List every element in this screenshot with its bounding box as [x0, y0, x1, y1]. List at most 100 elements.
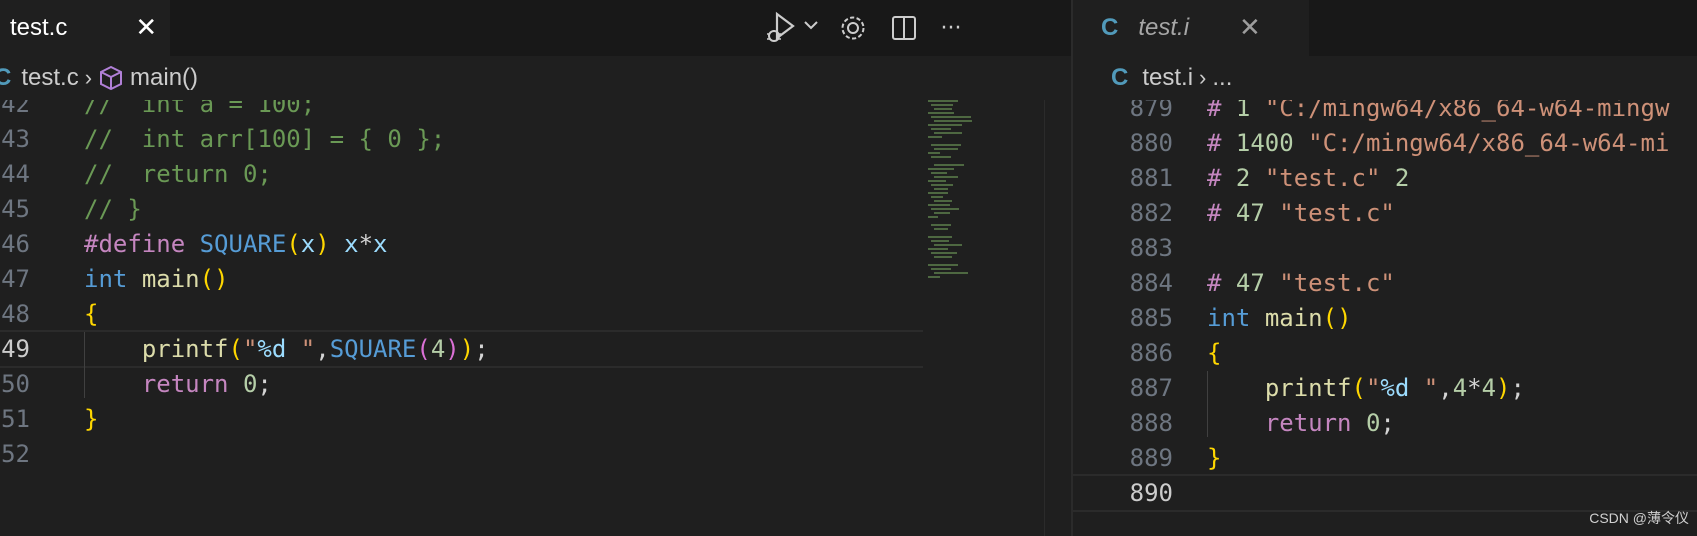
minimap-line [931, 116, 971, 118]
minimap-line [928, 264, 958, 266]
c-file-icon: C [1101, 14, 1119, 41]
code-line[interactable]: 881 # 2 "test.c" 2 [1073, 159, 1697, 197]
right-tab-bar: C test.i ✕ [1073, 0, 1697, 56]
minimap-line [931, 184, 953, 186]
code-line[interactable]: 879 # 1 "C:/mingw64/x86_64-w64-mingw [1073, 100, 1697, 127]
line-code: { [1207, 339, 1222, 367]
tab-test-c[interactable]: test.c ✕ [0, 0, 170, 56]
chevron-right-icon: › [84, 65, 93, 90]
code-editor-right[interactable]: 879 # 1 "C:/mingw64/x86_64-w64-mingw 880 # … [1073, 100, 1697, 536]
tab-test-i[interactable]: C test.i ✕ [1073, 0, 1309, 56]
line-number: 52 [1, 440, 30, 468]
editor-scrollbar[interactable] [1044, 100, 1045, 536]
breadcrumb-file[interactable]: test.c [21, 64, 78, 92]
minimap-line [934, 148, 958, 150]
editor-actions: ··· [760, 0, 978, 56]
code-editor-left[interactable]: 42// int a = 100; 43// int arr[100] = { 0… [0, 100, 1071, 536]
minimap-line [934, 200, 952, 202]
minimap-line [934, 272, 968, 274]
code-line[interactable]: 44 // return 0; [0, 155, 1071, 193]
right-editor-group: C test.i ✕ C test.i › ... 879 # 1 "C:/min… [1073, 0, 1697, 536]
breadcrumb-symbol[interactable]: main() [130, 64, 198, 92]
code-line[interactable]: 52 [0, 435, 1071, 473]
code-line[interactable]: 889} [1073, 439, 1697, 477]
line-number: 884 [1129, 269, 1173, 297]
code-line[interactable]: 50 return 0; [0, 365, 1071, 403]
line-number: 51 [1, 405, 30, 433]
code-line[interactable]: 43 // int arr[100] = { 0 }; [0, 120, 1071, 158]
watermark: CSDN @薄令仪 [1589, 510, 1689, 526]
close-icon[interactable]: ✕ [1239, 13, 1261, 43]
breadcrumb-more[interactable]: ... [1212, 64, 1232, 92]
chevron-right-icon: › [1199, 65, 1207, 90]
line-number: 880 [1129, 129, 1173, 157]
line-number: 883 [1129, 234, 1173, 262]
line-number: 890 [1129, 479, 1173, 507]
code-line[interactable]: 880 # 1400 "C:/mingw64/x86_64-w64-mi [1073, 124, 1697, 162]
line-code: # 1400 "C:/mingw64/x86_64-w64-mi [1207, 129, 1670, 157]
line-code: printf("%d ",SQUARE(4)); [141, 335, 489, 363]
breadcrumb-file[interactable]: test.i [1142, 64, 1193, 92]
line-code: // return 0; [84, 160, 272, 188]
indent-guide [1207, 371, 1208, 437]
minimap-line [931, 196, 943, 198]
breadcrumb: C test.i › ... [1073, 56, 1697, 100]
minimap-line [934, 228, 948, 230]
code-line[interactable]: 45 // } [0, 190, 1071, 228]
split-editor-icon[interactable] [884, 8, 924, 48]
code-line[interactable]: 886 { [1073, 334, 1697, 372]
code-line[interactable]: 888 return 0; [1073, 404, 1697, 442]
line-code: } [84, 405, 99, 433]
tab-title: test.i [1138, 14, 1190, 41]
code-line[interactable]: 884 # 47 "test.c" [1073, 264, 1697, 302]
minimap-line [931, 208, 959, 210]
line-number: 889 [1129, 444, 1173, 472]
minimap-line [928, 216, 938, 218]
gear-icon[interactable] [822, 8, 884, 48]
line-code: // int arr[100] = { 0 }; [84, 125, 446, 153]
code-line[interactable]: 46 #define SQUARE(x) x*x [0, 225, 1071, 263]
code-line[interactable]: 883 [1073, 229, 1697, 267]
code-line[interactable]: 882 # 47 "test.c" [1073, 194, 1697, 232]
line-code: # 47 "test.c" [1207, 199, 1395, 227]
minimap-line [931, 268, 951, 270]
minimap-line [928, 180, 946, 182]
minimap-line [934, 188, 948, 190]
minimap-line [931, 240, 949, 242]
minimap-line [928, 248, 948, 250]
line-number: 45 [1, 195, 30, 223]
run-debug-icon[interactable] [760, 8, 822, 48]
code-line[interactable]: 890 [1073, 474, 1697, 512]
line-number: 879 [1129, 100, 1173, 122]
line-number: 882 [1129, 199, 1173, 227]
line-number: 46 [1, 230, 30, 258]
cube-icon [98, 65, 124, 91]
minimap-line [928, 236, 952, 238]
minimap-line [931, 104, 953, 106]
code-line[interactable]: 48 { [0, 295, 1071, 333]
line-code: int main() [84, 265, 229, 293]
line-code: // } [84, 195, 142, 223]
code-line[interactable]: 49 printf("%d ",SQUARE(4)); [0, 330, 923, 368]
code-line[interactable]: 47 int main() [0, 260, 1071, 298]
minimap-line [928, 192, 948, 194]
line-number: 47 [1, 265, 30, 293]
c-file-icon: C [1111, 64, 1129, 91]
line-number: 44 [1, 160, 30, 188]
minimap-line [928, 168, 954, 170]
minimap-line [931, 252, 957, 254]
code-line[interactable]: 51} [0, 400, 1071, 438]
minimap-line [931, 224, 951, 226]
minimap-line [931, 144, 961, 146]
indent-guide [84, 332, 85, 398]
minimap-line [934, 132, 962, 134]
line-code: printf("%d ",4*4); [1264, 374, 1525, 402]
code-line[interactable]: 885 int main() [1073, 299, 1697, 337]
line-code: # 2 "test.c" 2 [1207, 164, 1410, 192]
minimap[interactable] [924, 100, 1044, 536]
more-actions-icon[interactable]: ··· [924, 8, 978, 48]
line-number: 887 [1129, 374, 1173, 402]
code-line[interactable]: 887 printf("%d ",4*4); [1073, 369, 1697, 407]
line-code: return 0; [141, 370, 272, 398]
close-icon[interactable]: ✕ [135, 13, 157, 43]
